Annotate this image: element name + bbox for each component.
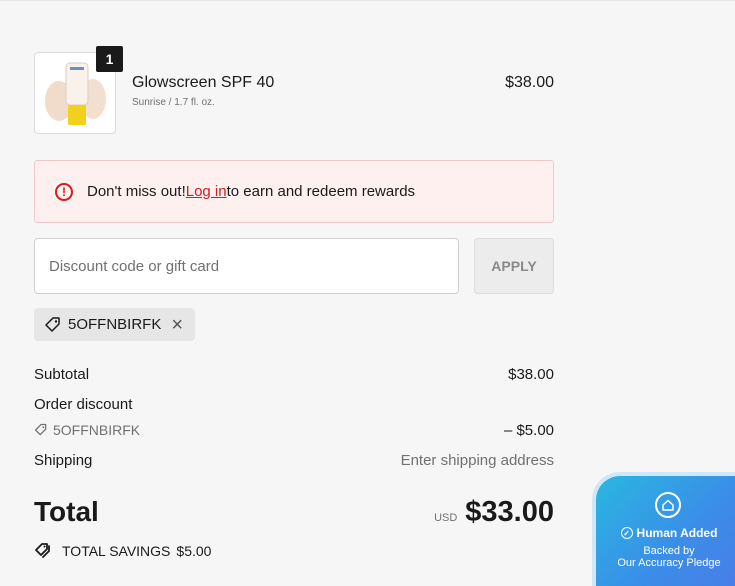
discount-code-input[interactable] bbox=[34, 238, 459, 294]
login-link[interactable]: Log in bbox=[186, 183, 227, 200]
order-discount-label: Order discount bbox=[34, 396, 133, 413]
total-label: Total bbox=[34, 496, 99, 527]
top-divider bbox=[0, 0, 735, 4]
order-discount-row: Order discount bbox=[34, 396, 554, 413]
home-icon bbox=[655, 492, 681, 518]
pledge-line-1: Backed by bbox=[643, 545, 695, 557]
currency-code: USD bbox=[434, 512, 458, 524]
subtotal-label: Subtotal bbox=[34, 366, 90, 383]
order-discount-code-label: 5OFFNBIRFK bbox=[53, 422, 141, 438]
tags-icon bbox=[35, 543, 50, 558]
product-name: Glowscreen SPF 40 bbox=[132, 74, 275, 91]
info-icon: ! bbox=[55, 182, 73, 201]
alert-suffix: to earn and redeem rewards bbox=[226, 183, 416, 200]
savings-label: TOTAL SAVINGS bbox=[62, 543, 171, 559]
shipping-row: Shipping Enter shipping address bbox=[34, 452, 554, 469]
order-discount-code: 5OFFNBIRFK bbox=[34, 422, 554, 438]
shipping-value: Enter shipping address bbox=[400, 452, 554, 469]
applied-code-chip: 5OFFNBIRFK × bbox=[34, 308, 195, 341]
applied-code-label: 5OFFNBIRFK bbox=[68, 316, 162, 333]
total-savings: TOTAL SAVINGS $5.00 bbox=[34, 542, 211, 560]
pledge-headline: ✓ Human Added bbox=[596, 526, 735, 540]
savings-value: $5.00 bbox=[176, 543, 212, 559]
remove-code-icon[interactable]: × bbox=[171, 315, 183, 335]
subtotal-value: $38.00 bbox=[508, 366, 554, 383]
subtotal-row: Subtotal $38.00 bbox=[34, 366, 554, 383]
cart-line-item: 1 Glowscreen SPF 40 Sunrise / 1.7 fl. oz… bbox=[34, 46, 554, 134]
shipping-label: Shipping bbox=[34, 452, 93, 469]
pledge-line-2: Our Accuracy Pledge bbox=[617, 557, 721, 569]
apply-button[interactable]: APPLY bbox=[474, 238, 554, 294]
tag-icon bbox=[34, 423, 47, 436]
quantity-badge: 1 bbox=[96, 46, 123, 72]
order-discount-code-row: 5OFFNBIRFK – $5.00 bbox=[34, 422, 554, 439]
check-icon: ✓ bbox=[620, 527, 633, 539]
total-value: USD $33.00 bbox=[434, 496, 554, 529]
product-price: $38.00 bbox=[505, 74, 554, 91]
order-discount-value: – $5.00 bbox=[503, 422, 554, 439]
total-amount: $33.00 bbox=[465, 496, 554, 528]
alert-prefix: Don't miss out! bbox=[87, 183, 186, 200]
accuracy-pledge-badge[interactable]: ✓ Human Added Backed by Our Accuracy Ple… bbox=[596, 476, 735, 586]
product-variant: Sunrise / 1.7 fl. oz. bbox=[132, 97, 215, 108]
pledge-headline-text: Human Added bbox=[636, 526, 718, 540]
rewards-alert: ! Don't miss out! Log in to earn and red… bbox=[34, 160, 554, 223]
tag-icon bbox=[45, 316, 60, 332]
